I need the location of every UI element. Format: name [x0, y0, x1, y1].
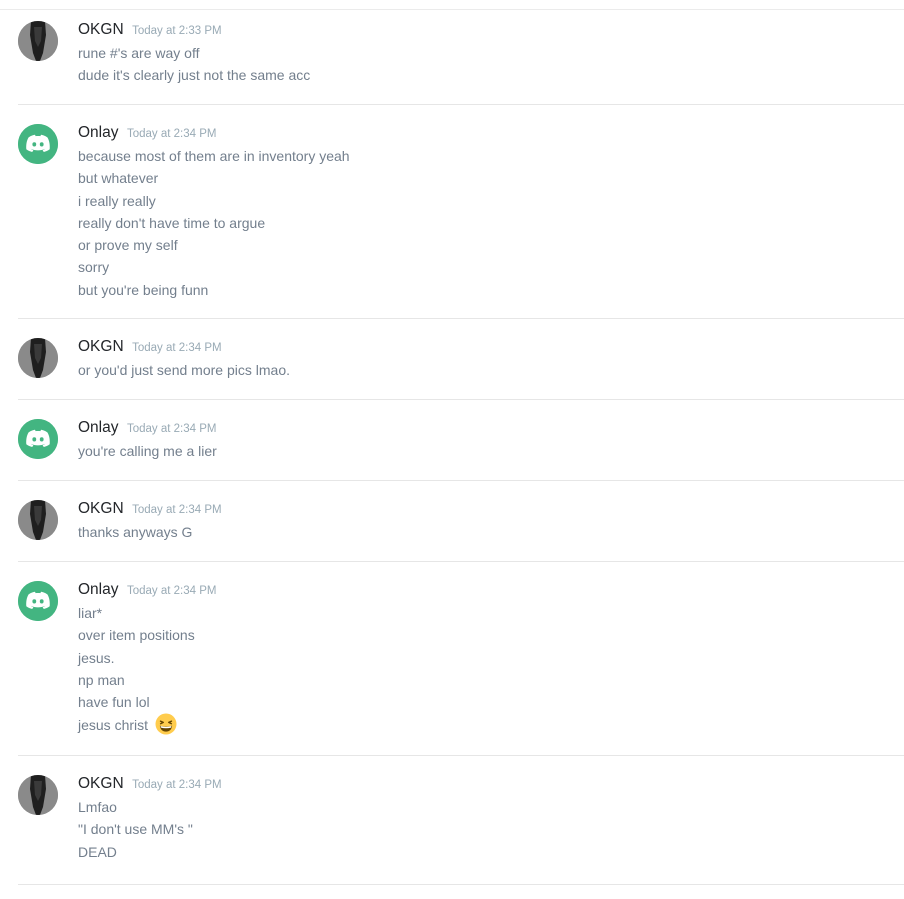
dark-photo-avatar-icon	[18, 21, 58, 61]
message-text: np man	[78, 671, 125, 688]
message-text: or you'd just send more pics lmao.	[78, 362, 290, 378]
dark-photo-avatar-icon	[18, 775, 58, 815]
username[interactable]: Onlay	[78, 419, 119, 436]
username[interactable]: OKGN	[78, 500, 124, 517]
message-separator	[18, 884, 904, 885]
message-text: i really really	[78, 192, 156, 209]
message-text: sorry	[78, 259, 110, 276]
message-text: jesus christ	[78, 717, 149, 734]
message-text: you're calling me a lier	[78, 443, 217, 459]
message-text: really don't have time to argue	[78, 214, 266, 231]
message-text: thanks anyways G	[78, 524, 193, 540]
timestamp: Today at 2:34 PM	[132, 504, 222, 516]
username[interactable]: Onlay	[78, 124, 119, 141]
user-avatar[interactable]	[18, 124, 58, 164]
discord-logo-icon	[18, 124, 58, 164]
dark-photo-avatar-icon	[18, 500, 58, 540]
message-text: DEAD	[78, 843, 117, 860]
message-text: "I don't use MM's "	[78, 821, 193, 838]
message-separator	[18, 399, 904, 400]
discord-logo-icon	[18, 581, 58, 621]
message-text: liar*	[78, 605, 103, 621]
timestamp: Today at 2:33 PM	[132, 25, 222, 37]
message-text: jesus.	[78, 649, 115, 666]
discord-logo-icon	[18, 419, 58, 459]
timestamp: Today at 2:34 PM	[126, 585, 217, 597]
message-text: but whatever	[78, 170, 159, 187]
message-text: over item positions	[78, 627, 195, 644]
timestamp: Today at 2:34 PM	[126, 423, 217, 435]
message-text: or prove my self	[78, 237, 178, 254]
user-avatar[interactable]	[18, 581, 58, 621]
message-line-with-emoji: jesus christ	[78, 713, 195, 735]
user-avatar[interactable]	[18, 21, 58, 61]
username[interactable]: Onlay	[78, 581, 119, 598]
message-text: because most of them are in inventory ye…	[78, 148, 350, 164]
timestamp: Today at 2:34 PM	[132, 342, 222, 354]
message-text: have fun lol	[78, 694, 150, 711]
message-text: rune #'s are way off	[78, 45, 200, 61]
message-separator	[18, 318, 904, 319]
grinning-squinting-face-emoji-icon[interactable]	[155, 713, 177, 741]
timestamp: Today at 2:34 PM	[132, 779, 222, 791]
message-separator	[18, 104, 904, 105]
message-separator	[18, 561, 904, 562]
timestamp: Today at 2:34 PM	[126, 128, 217, 140]
user-avatar[interactable]	[18, 500, 58, 540]
message-text: but you're being funn	[78, 281, 209, 298]
username[interactable]: OKGN	[78, 775, 124, 792]
dark-photo-avatar-icon	[18, 338, 58, 378]
message-text: dude it's clearly just not the same acc	[78, 67, 311, 84]
username[interactable]: OKGN	[78, 21, 124, 38]
message-separator	[18, 480, 904, 481]
user-avatar[interactable]	[18, 419, 58, 459]
user-avatar[interactable]	[18, 338, 58, 378]
username[interactable]: OKGN	[78, 338, 124, 355]
message-separator	[18, 755, 904, 756]
top-divider	[0, 9, 904, 10]
message-text: Lmfao	[78, 799, 117, 815]
user-avatar[interactable]	[18, 775, 58, 815]
